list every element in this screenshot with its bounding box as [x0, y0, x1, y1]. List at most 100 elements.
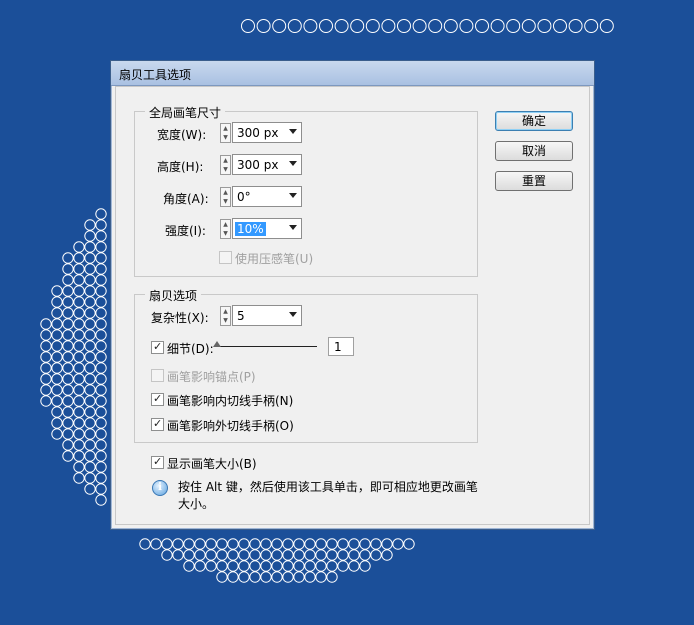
scallop-ring	[95, 252, 107, 264]
scallop-ring	[40, 340, 52, 352]
scallop-ring	[216, 549, 228, 561]
detail-value-field[interactable]: 1	[328, 337, 354, 356]
scallop-ring	[62, 373, 74, 385]
scallop-ring	[95, 450, 107, 462]
scallop-ring	[370, 549, 382, 561]
scallop-ring	[84, 340, 96, 352]
scallop-ring	[397, 19, 411, 33]
scallop-ring	[260, 560, 272, 572]
chevron-down-icon	[289, 161, 297, 166]
scallop-ring	[194, 549, 206, 561]
scallop-ring	[238, 560, 250, 572]
intensity-spinner[interactable]: ▲ ▼	[220, 219, 231, 239]
scallop-ring	[205, 538, 217, 550]
scallop-ring	[51, 340, 63, 352]
scallop-ring	[443, 19, 458, 33]
scallop-ring	[62, 252, 74, 264]
dialog-title: 扇贝工具选项	[119, 68, 192, 82]
scallop-ring	[272, 19, 287, 33]
scallop-ring	[95, 472, 107, 484]
scallop-ring	[260, 549, 272, 561]
width-value: 300 px	[237, 126, 279, 140]
scallop-ring	[95, 461, 107, 473]
scallop-ring	[40, 395, 52, 407]
dialog-titlebar[interactable]: 扇贝工具选项	[111, 61, 594, 86]
scallop-ring	[84, 307, 96, 319]
scallop-ring	[359, 560, 371, 572]
scallop-ring	[216, 571, 228, 583]
detail-checkbox[interactable]	[151, 340, 164, 354]
scallop-ring	[183, 538, 195, 550]
scallop-ring	[51, 373, 63, 385]
scallop-ring	[62, 329, 74, 341]
scallop-ring	[227, 571, 239, 583]
scallop-ring	[348, 538, 360, 550]
complexity-spinner[interactable]: ▲ ▼	[220, 306, 231, 326]
scallop-ring	[293, 560, 305, 572]
height-combo[interactable]: 300 px	[232, 154, 302, 175]
detail-slider-thumb[interactable]	[213, 341, 221, 347]
scallop-ring	[84, 329, 96, 341]
scallop-ring	[84, 351, 96, 363]
scallop-ring	[62, 285, 74, 297]
brush-affects-in-tangent-checkbox[interactable]	[151, 392, 164, 406]
scallop-ring	[40, 329, 52, 341]
complexity-value: 5	[237, 309, 245, 323]
brush-affects-out-tangent-checkbox[interactable]	[151, 417, 164, 431]
width-label: 宽度(W):	[157, 128, 207, 142]
scallop-ring	[40, 384, 52, 396]
height-spinner[interactable]: ▲ ▼	[220, 155, 231, 175]
angle-spinner[interactable]: ▲ ▼	[220, 187, 231, 207]
scallop-ring	[326, 538, 338, 550]
scallop-ring	[326, 560, 338, 572]
scallop-ring	[412, 19, 427, 33]
reset-button[interactable]: 重置	[495, 171, 573, 191]
scallop-ring	[84, 274, 96, 286]
cancel-button[interactable]: 取消	[495, 141, 573, 161]
scallop-ring	[84, 450, 96, 462]
scallop-ring	[227, 538, 239, 550]
scallop-ring	[51, 329, 63, 341]
scallop-ring	[381, 549, 393, 561]
scallop-ring	[475, 19, 489, 33]
scallop-ring	[238, 571, 250, 583]
scallop-ring	[84, 318, 96, 330]
ok-button[interactable]: 确定	[495, 111, 573, 131]
intensity-combo[interactable]: 10%	[232, 218, 302, 239]
angle-value: 0°	[237, 190, 251, 204]
complexity-combo[interactable]: 5	[232, 305, 302, 326]
scallop-ring	[183, 560, 195, 572]
scallop-ring	[84, 439, 96, 451]
width-spinner[interactable]: ▲ ▼	[220, 123, 231, 143]
brush-affects-anchor-label: 画笔影响锚点(P)	[167, 370, 256, 384]
scallop-ring	[51, 406, 63, 418]
scallop-ring	[315, 549, 327, 561]
scallop-ring	[271, 571, 283, 583]
width-combo[interactable]: 300 px	[232, 122, 302, 143]
scallop-ring	[51, 384, 63, 396]
scallop-ring	[73, 263, 85, 275]
scallop-ring	[537, 19, 552, 33]
angle-combo[interactable]: 0°	[232, 186, 302, 207]
show-brush-size-checkbox[interactable]	[151, 455, 164, 469]
scallop-ring	[95, 318, 107, 330]
scallop-ring	[241, 19, 255, 33]
scallop-ring	[73, 274, 85, 286]
scallop-ring	[73, 252, 85, 264]
detail-slider-track[interactable]	[217, 346, 317, 347]
scallop-ring	[62, 351, 74, 363]
scallop-ring	[304, 560, 316, 572]
scallop-ring	[315, 538, 327, 550]
scallop-ring	[40, 362, 52, 374]
scallop-ring	[381, 538, 393, 550]
scallop-ring	[584, 19, 599, 33]
scallop-ring	[249, 538, 261, 550]
scallop-ring	[95, 296, 107, 308]
use-pressure-checkbox[interactable]	[219, 251, 232, 264]
scallop-ring	[568, 19, 583, 33]
scallop-ring	[392, 538, 404, 550]
scallop-options-dialog: 扇贝工具选项 全局画笔尺寸 宽度(W): ▲ ▼ 300 px 高度(H): ▲ ▼…	[110, 60, 595, 530]
brush-affects-anchor-checkbox[interactable]	[151, 369, 164, 382]
scallop-ring	[95, 219, 107, 231]
scallop-ring	[73, 417, 85, 429]
